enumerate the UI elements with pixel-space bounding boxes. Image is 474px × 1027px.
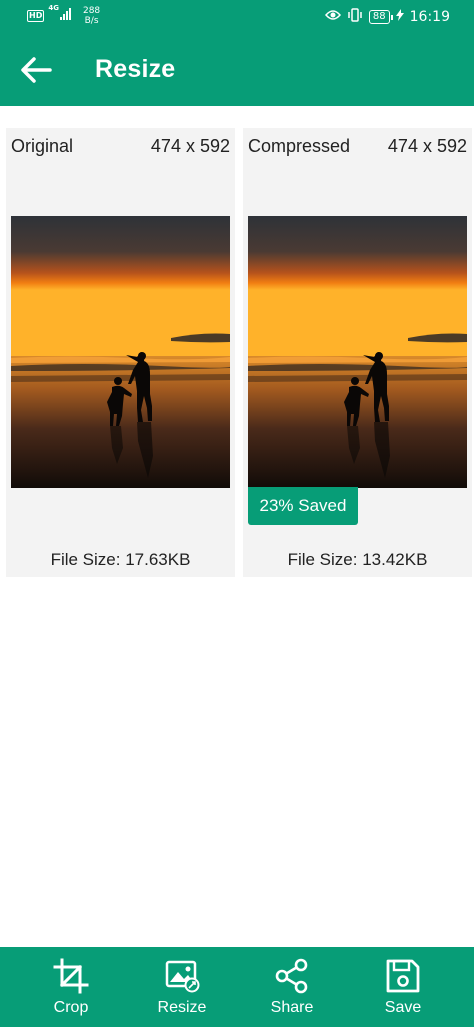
share-icon — [274, 958, 310, 994]
original-dimensions: 474 x 592 — [150, 136, 230, 156]
hd-indicator: HD — [27, 10, 45, 22]
status-bar: HD 4G 288 B/s 88 16:19 — [0, 0, 474, 34]
charging-icon — [395, 9, 404, 25]
battery-icon: 88 — [368, 10, 393, 24]
share-label: Share — [270, 999, 314, 1016]
signal-icon — [59, 8, 71, 20]
speed-unit: B/s — [84, 16, 99, 26]
original-file-size: File Size: 17.63KB — [50, 550, 191, 569]
vibrate-icon — [347, 8, 363, 26]
compressed-label: Compressed — [248, 136, 351, 156]
bottom-nav: Crop Resize Share Save — [0, 947, 474, 1027]
compressed-card: Compressed 474 x 592 23% Saved File Size… — [243, 128, 472, 577]
share-button[interactable]: Share — [237, 947, 347, 1027]
original-label: Original — [11, 136, 74, 156]
resize-button[interactable]: Resize — [127, 947, 237, 1027]
speed-value: 288 — [82, 6, 101, 16]
crop-button[interactable]: Crop — [16, 947, 126, 1027]
save-button[interactable]: Save — [348, 947, 458, 1027]
resize-label: Resize — [157, 999, 207, 1016]
crop-label: Crop — [53, 999, 89, 1016]
network-type: 4G — [48, 4, 59, 12]
compressed-header: Compressed 474 x 592 — [248, 136, 467, 157]
original-image — [11, 216, 230, 488]
signal-indicator: 4G — [48, 4, 71, 20]
clock: 16:19 — [409, 9, 450, 25]
original-card: Original 474 x 592 File Size: 17.63KB — [6, 128, 235, 577]
compressed-image — [248, 216, 467, 488]
save-label: Save — [384, 999, 422, 1016]
original-header: Original 474 x 592 — [11, 136, 230, 157]
save-icon — [385, 958, 421, 994]
compressed-dimensions: 474 x 592 — [387, 136, 467, 156]
page-title: Resize — [95, 55, 176, 83]
app-bar: Resize — [0, 34, 474, 106]
arrow-left-icon[interactable] — [16, 50, 56, 90]
compressed-file-size: File Size: 13.42KB — [287, 550, 428, 569]
crop-icon — [53, 958, 89, 994]
eye-icon — [324, 9, 341, 25]
network-speed: 288 B/s — [83, 6, 100, 26]
image-resize-icon — [164, 958, 200, 994]
saved-badge: 23% Saved — [248, 487, 358, 525]
